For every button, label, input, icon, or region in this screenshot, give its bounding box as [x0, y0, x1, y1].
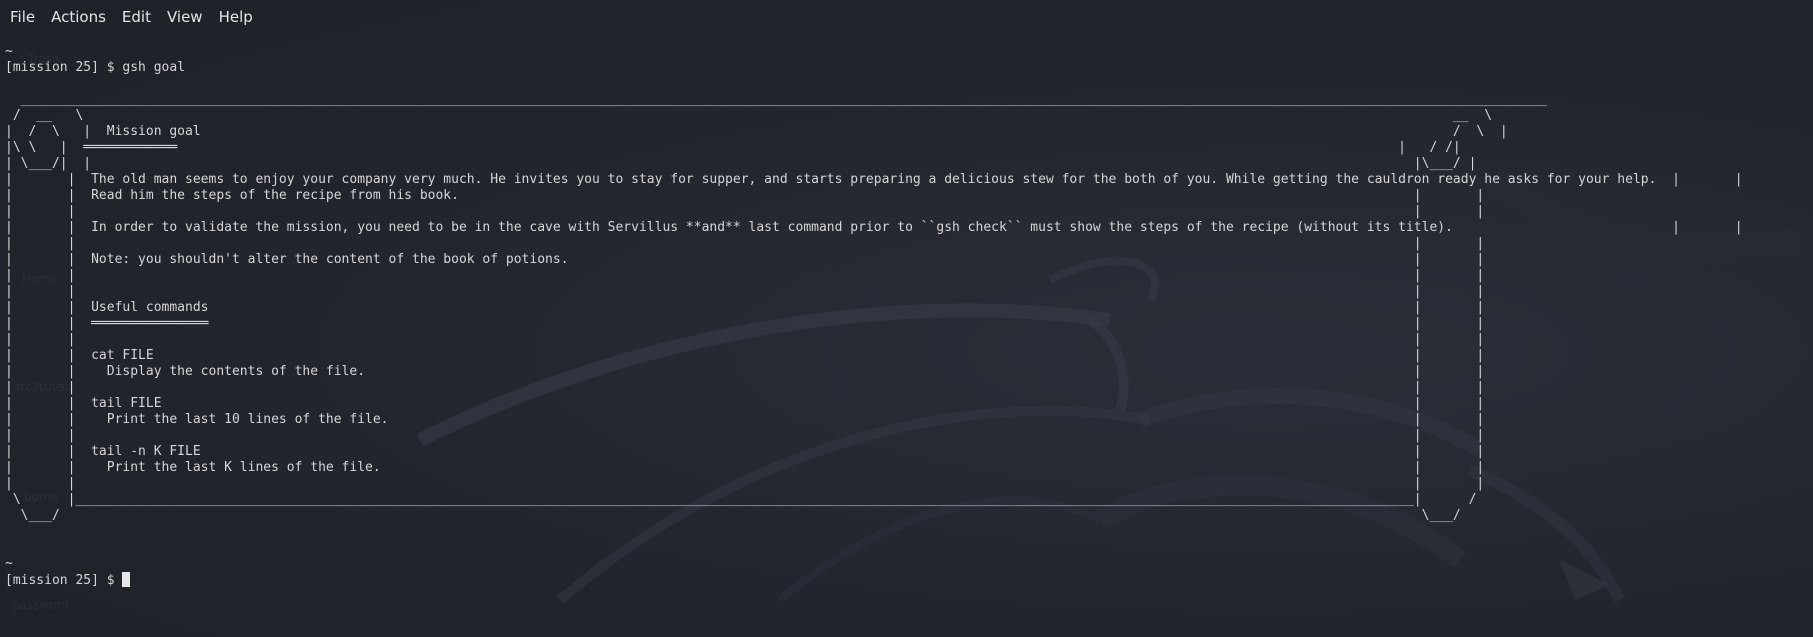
terminal-line: | | | |: [5, 428, 1485, 443]
terminal-cursor: [122, 572, 131, 587]
terminal-line: | \___/| | |\___/ |: [5, 156, 1477, 171]
desktop-icon-password-label: password: [12, 598, 69, 612]
terminal-line: | | Print the last K lines of the file. …: [5, 460, 1485, 475]
menu-view[interactable]: View: [159, 0, 211, 34]
terminal-line: [mission 25] $: [5, 572, 1743, 588]
menu-file[interactable]: File: [2, 0, 43, 34]
terminal-line: \ |_____________________________________…: [5, 492, 1477, 507]
terminal-line: \___/ \___/: [5, 508, 1461, 523]
terminal-line: | | ═══════════════ | |: [5, 316, 1485, 331]
terminal-line: | | | |: [5, 284, 1485, 299]
terminal-line: | | | |: [5, 236, 1485, 251]
menu-bar: File Actions Edit View Help: [0, 0, 1813, 34]
menu-help[interactable]: Help: [211, 0, 261, 34]
menu-edit[interactable]: Edit: [114, 0, 159, 34]
terminal-output[interactable]: ~ [mission 25] $ gsh goal _______________…: [5, 44, 1743, 588]
terminal-window: Trash Home zrc2tuvso bome password File …: [0, 0, 1813, 637]
terminal-line: | | In order to validate the mission, yo…: [5, 220, 1743, 235]
terminal-line: | | Display the contents of the file. | …: [5, 364, 1485, 379]
menu-actions[interactable]: Actions: [43, 0, 114, 34]
terminal-line: | | cat FILE | |: [5, 348, 1485, 363]
terminal-line: ~: [5, 556, 13, 571]
terminal-line: | | | |: [5, 332, 1485, 347]
terminal-line: | | The old man seems to enjoy your comp…: [5, 172, 1743, 187]
terminal-line: |\ \ | ════════════ | / /|: [5, 140, 1461, 155]
terminal-line: | | Read him the steps of the recipe fro…: [5, 188, 1485, 203]
terminal-line: | | | |: [5, 476, 1485, 491]
terminal-line: ________________________________________…: [5, 92, 1547, 107]
terminal-line: | | | |: [5, 204, 1485, 219]
terminal-line: | / \ | Mission goal / \ |: [5, 124, 1508, 139]
terminal-line: | | Note: you shouldn't alter the conten…: [5, 252, 1485, 267]
terminal-line: | | tail FILE | |: [5, 396, 1485, 411]
terminal-line: / __ \ __ \: [5, 108, 1493, 123]
terminal-line: ~: [5, 44, 13, 59]
terminal-line: | | | |: [5, 268, 1485, 283]
terminal-line: | | tail -n K FILE | |: [5, 444, 1485, 459]
terminal-line: [mission 25] $ gsh goal: [5, 60, 186, 75]
terminal-line: | | Useful commands | |: [5, 300, 1485, 315]
terminal-line: | | | |: [5, 380, 1485, 395]
terminal-line: | | Print the last 10 lines of the file.…: [5, 412, 1485, 427]
